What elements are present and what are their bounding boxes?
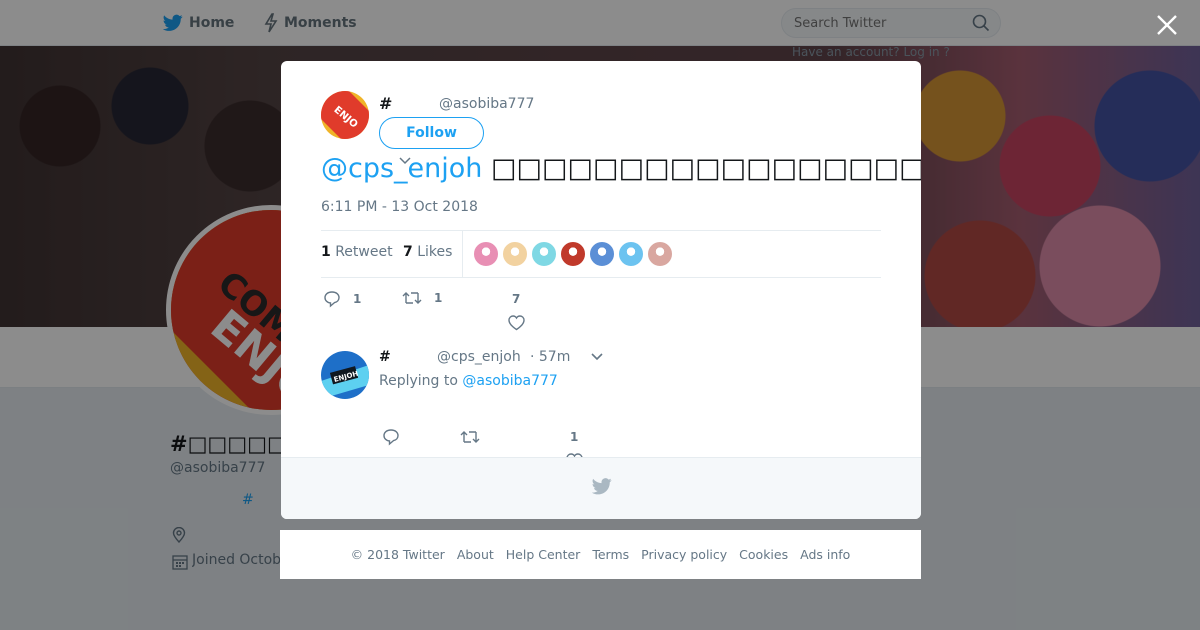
twitter-bird-icon bbox=[592, 478, 612, 495]
heart-icon[interactable] bbox=[508, 315, 525, 331]
retweet-stat-label: Retweet bbox=[335, 244, 393, 260]
modal-footer bbox=[281, 457, 921, 519]
liker-avatar[interactable] bbox=[502, 241, 528, 267]
footer-link-about[interactable]: About bbox=[457, 547, 494, 562]
enjoh-logo-icon: ENJO bbox=[321, 91, 369, 139]
replying-to-prefix: Replying to bbox=[379, 373, 458, 389]
replying-to: Replying to @asobiba777 bbox=[379, 373, 558, 389]
liker-avatar[interactable] bbox=[618, 241, 644, 267]
reply-action-count: 1 bbox=[353, 292, 362, 306]
tweet-author-avatar[interactable]: ENJO bbox=[321, 91, 369, 139]
liker-avatar[interactable] bbox=[560, 241, 586, 267]
likes-stat-label: Likes bbox=[417, 244, 453, 260]
footer-link-ads-info[interactable]: Ads info bbox=[800, 547, 850, 562]
likes-stat-count: 7 bbox=[403, 244, 413, 260]
footer-copyright: © 2018 Twitter bbox=[350, 547, 445, 562]
reply-like-count: 1 bbox=[570, 430, 579, 444]
liker-avatar[interactable] bbox=[531, 241, 557, 267]
close-icon[interactable] bbox=[1154, 12, 1180, 38]
footer-link-cookies[interactable]: Cookies bbox=[739, 547, 788, 562]
reply-icon[interactable] bbox=[382, 428, 400, 446]
retweet-action-count: 1 bbox=[434, 291, 443, 305]
retweet-icon bbox=[402, 292, 422, 304]
liker-avatar[interactable] bbox=[589, 241, 615, 267]
liker-avatar[interactable] bbox=[647, 241, 673, 267]
reply-author-avatar[interactable]: ENJOH bbox=[321, 351, 369, 399]
tweet-author-handle[interactable]: @asobiba777 bbox=[439, 96, 534, 112]
reply-author-handle[interactable]: @cps_enjoh bbox=[437, 349, 521, 365]
chevron-down-icon[interactable] bbox=[399, 157, 411, 165]
retweet-action[interactable]: 1 bbox=[402, 290, 442, 306]
reply-author-name[interactable]: # bbox=[379, 349, 391, 365]
tweet-body: □□□□□□□□□□□□□□□□□□□□□□□□□□□□□□□□□□□□□□□□… bbox=[491, 153, 921, 184]
footer-link-help-center[interactable]: Help Center bbox=[506, 547, 581, 562]
tweet-stats: 1 Retweet 7 Likes bbox=[321, 230, 881, 278]
stats-divider bbox=[462, 231, 463, 277]
retweet-icon[interactable] bbox=[460, 429, 480, 445]
liker-avatar[interactable] bbox=[473, 241, 499, 267]
likes-stat[interactable]: 7 Likes bbox=[403, 244, 452, 260]
retweet-stat[interactable]: 1 Retweet bbox=[321, 244, 393, 260]
retweet-stat-count: 1 bbox=[321, 244, 331, 260]
chevron-down-icon[interactable] bbox=[591, 353, 603, 361]
follow-button[interactable]: Follow bbox=[379, 117, 484, 149]
reply-time[interactable]: · 57m bbox=[530, 349, 570, 365]
reply-action[interactable]: 1 bbox=[323, 290, 361, 308]
tweet-text: @cps_enjoh □□□□□□□□□□□□□□□□□□□□□□□□□□□□□… bbox=[321, 153, 921, 184]
tweet-permalink-modal: ENJO # @asobiba777 Follow @cps_enjoh □□□… bbox=[281, 61, 921, 519]
enjoh-blue-logo-icon: ENJOH bbox=[321, 351, 369, 399]
footer-link-privacy[interactable]: Privacy policy bbox=[641, 547, 727, 562]
like-action-count: 7 bbox=[512, 292, 521, 306]
tweet-timestamp[interactable]: 6:11 PM - 13 Oct 2018 bbox=[321, 199, 478, 215]
reply-icon bbox=[324, 291, 340, 308]
likers-avatars bbox=[473, 241, 676, 267]
legal-footer: © 2018 Twitter About Help Center Terms P… bbox=[280, 530, 921, 579]
footer-link-terms[interactable]: Terms bbox=[592, 547, 629, 562]
replying-to-link[interactable]: @asobiba777 bbox=[462, 373, 557, 389]
tweet-author-name[interactable]: # bbox=[379, 94, 392, 113]
